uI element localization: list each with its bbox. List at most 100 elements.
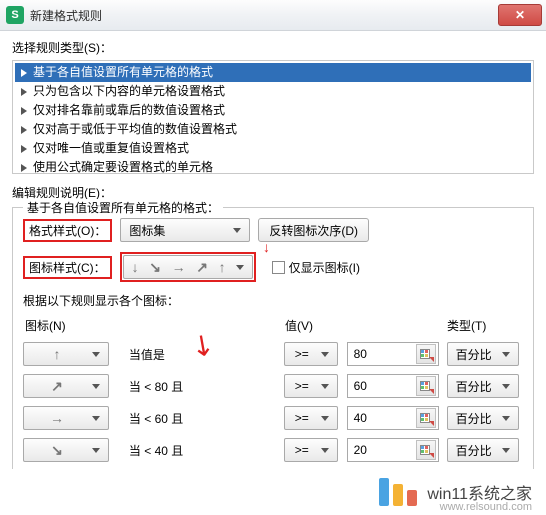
- rule-type-text: 仅对唯一值或重复值设置格式: [33, 140, 189, 157]
- rule-type-value: 百分比: [456, 442, 492, 459]
- rule-icon-combo[interactable]: ↑: [23, 342, 109, 366]
- group-title: 基于各自值设置所有单元格的格式：: [23, 199, 223, 216]
- rule-value-text: 80: [354, 347, 416, 361]
- rule-arrow-icon: ↑: [54, 347, 61, 361]
- rule-operator-value: >=: [293, 443, 311, 457]
- rule-operator-combo[interactable]: >=: [284, 342, 338, 366]
- range-picker-button[interactable]: [416, 440, 436, 460]
- rule-type-item[interactable]: 仅对高于或低于平均值的数值设置格式: [15, 120, 531, 139]
- chevron-down-icon: [317, 408, 333, 428]
- icon-style-row: 图标样式(C)： ↓ ↘ → ↗ ↑: [23, 252, 523, 282]
- show-icon-only-option[interactable]: 仅显示图标(I): [272, 259, 360, 276]
- bullet-icon: [21, 145, 27, 153]
- chevron-down-icon: [88, 376, 104, 396]
- icon-style-label-highlight: 图标样式(C)：: [23, 256, 112, 279]
- rule-type-item[interactable]: 仅对唯一值或重复值设置格式: [15, 139, 531, 158]
- rule-type-item[interactable]: 基于各自值设置所有单元格的格式: [15, 63, 531, 82]
- close-button[interactable]: ✕: [498, 4, 542, 26]
- arrow-up-icon: ↑: [219, 260, 226, 274]
- icon-style-combo[interactable]: ↓ ↘ → ↗ ↑: [123, 255, 253, 279]
- icon-rule-row: → 当 < 60 且 >= 40 百分比: [23, 406, 523, 430]
- icon-style-label: 图标样式(C)：: [29, 259, 106, 276]
- app-icon: S: [6, 6, 24, 24]
- rule-operator-value: >=: [293, 347, 311, 361]
- bullet-icon: [21, 107, 27, 115]
- bullet-icon: [21, 164, 27, 172]
- rule-type-item[interactable]: 只为包含以下内容的单元格设置格式: [15, 82, 531, 101]
- rule-icon-combo[interactable]: ↗: [23, 374, 109, 398]
- reverse-icon-order-button[interactable]: 反转图标次序(D): [258, 218, 369, 242]
- chevron-down-icon: [498, 440, 514, 460]
- rule-value-input[interactable]: 20: [347, 438, 439, 462]
- rule-type-text: 只为包含以下内容的单元格设置格式: [33, 83, 225, 100]
- format-style-value: 图标集: [129, 222, 223, 239]
- col-type-header: 类型(T): [447, 317, 523, 334]
- format-style-label-highlight: 格式样式(O)：: [23, 219, 112, 242]
- arrow-down-right-icon: ↘: [149, 260, 161, 274]
- chevron-down-icon: [498, 376, 514, 396]
- titlebar: S 新建格式规则 ✕: [0, 0, 546, 31]
- range-picker-icon: [420, 412, 432, 424]
- rule-arrow-icon: →: [50, 411, 64, 425]
- chevron-down-icon: [88, 440, 104, 460]
- rule-type-label: 选择规则类型(S)：: [12, 39, 534, 56]
- chevron-down-icon: [88, 408, 104, 428]
- rule-operator-combo[interactable]: >=: [284, 406, 338, 430]
- range-picker-button[interactable]: [416, 376, 436, 396]
- rule-operator-combo[interactable]: >=: [284, 374, 338, 398]
- format-style-combo[interactable]: 图标集: [120, 218, 250, 242]
- rule-type-item[interactable]: 使用公式确定要设置格式的单元格: [15, 158, 531, 174]
- watermark-bar: win11系统之家 www.relsound.com: [0, 469, 546, 515]
- rules-header-label: 根据以下规则显示各个图标：: [23, 292, 523, 309]
- range-picker-button[interactable]: [416, 344, 436, 364]
- rule-type-text: 使用公式确定要设置格式的单元格: [33, 159, 213, 174]
- rules-columns-header: 图标(N) 值(V) 类型(T) ↘: [23, 317, 523, 334]
- chevron-down-icon: [229, 220, 245, 240]
- rule-type-value: 百分比: [456, 410, 492, 427]
- rule-type-combo[interactable]: 百分比: [447, 406, 519, 430]
- rule-icon-combo[interactable]: →: [23, 406, 109, 430]
- rule-arrow-icon: ↘: [51, 443, 63, 457]
- edit-description-group: 基于各自值设置所有单元格的格式： 格式样式(O)： 图标集 反转图标次序(D) …: [12, 207, 534, 505]
- show-icon-only-checkbox[interactable]: [272, 261, 285, 274]
- rule-icon-combo[interactable]: ↘: [23, 438, 109, 462]
- dialog-window: S 新建格式规则 ✕ 选择规则类型(S)： 基于各自值设置所有单元格的格式 只为…: [0, 0, 546, 515]
- rule-type-list[interactable]: 基于各自值设置所有单元格的格式 只为包含以下内容的单元格设置格式 仅对排名靠前或…: [12, 60, 534, 174]
- range-picker-button[interactable]: [416, 408, 436, 428]
- rule-condition-text: 当 < 60 且: [129, 410, 276, 427]
- rule-operator-combo[interactable]: >=: [284, 438, 338, 462]
- icon-style-combo-highlight: ↓ ↘ → ↗ ↑: [120, 252, 256, 282]
- rule-type-text: 基于各自值设置所有单元格的格式: [33, 64, 213, 81]
- icon-rule-row: ↗当 < 80 且>=60百分比: [23, 374, 523, 398]
- chevron-down-icon: [498, 408, 514, 428]
- bullet-icon: [21, 69, 27, 77]
- watermark-logo-icon: [379, 478, 417, 506]
- rule-type-combo[interactable]: 百分比: [447, 438, 519, 462]
- icon-style-preview: ↓ ↘ → ↗ ↑: [132, 260, 226, 274]
- rule-value-input[interactable]: 80: [347, 342, 439, 366]
- arrow-up-right-icon: ↗: [196, 260, 208, 274]
- col-value-header: 值(V): [285, 317, 447, 334]
- rule-value-input[interactable]: 60: [347, 374, 439, 398]
- rule-arrow-icon: ↗: [51, 379, 63, 393]
- rule-value-text: 20: [354, 443, 416, 457]
- rule-operator-value: >=: [293, 411, 311, 425]
- close-icon: ✕: [515, 8, 525, 22]
- annotation-arrow-icon: ↓: [263, 240, 270, 254]
- arrow-right-icon: →: [172, 260, 186, 274]
- bullet-icon: [21, 88, 27, 96]
- chevron-down-icon: [317, 376, 333, 396]
- rule-type-text: 仅对高于或低于平均值的数值设置格式: [33, 121, 237, 138]
- icon-rule-row: ↑当值是>=80百分比: [23, 342, 523, 366]
- rule-type-combo[interactable]: 百分比: [447, 374, 519, 398]
- rule-operator-value: >=: [293, 379, 311, 393]
- bullet-icon: [21, 126, 27, 134]
- rule-type-combo[interactable]: 百分比: [447, 342, 519, 366]
- col-icon-header: 图标(N): [25, 317, 285, 334]
- chevron-down-icon: [88, 344, 104, 364]
- chevron-down-icon: [317, 440, 333, 460]
- rule-value-text: 60: [354, 379, 416, 393]
- rule-type-item[interactable]: 仅对排名靠前或靠后的数值设置格式: [15, 101, 531, 120]
- format-style-row: 格式样式(O)： 图标集 反转图标次序(D) ↓: [23, 218, 523, 242]
- rule-value-input[interactable]: 40: [347, 406, 439, 430]
